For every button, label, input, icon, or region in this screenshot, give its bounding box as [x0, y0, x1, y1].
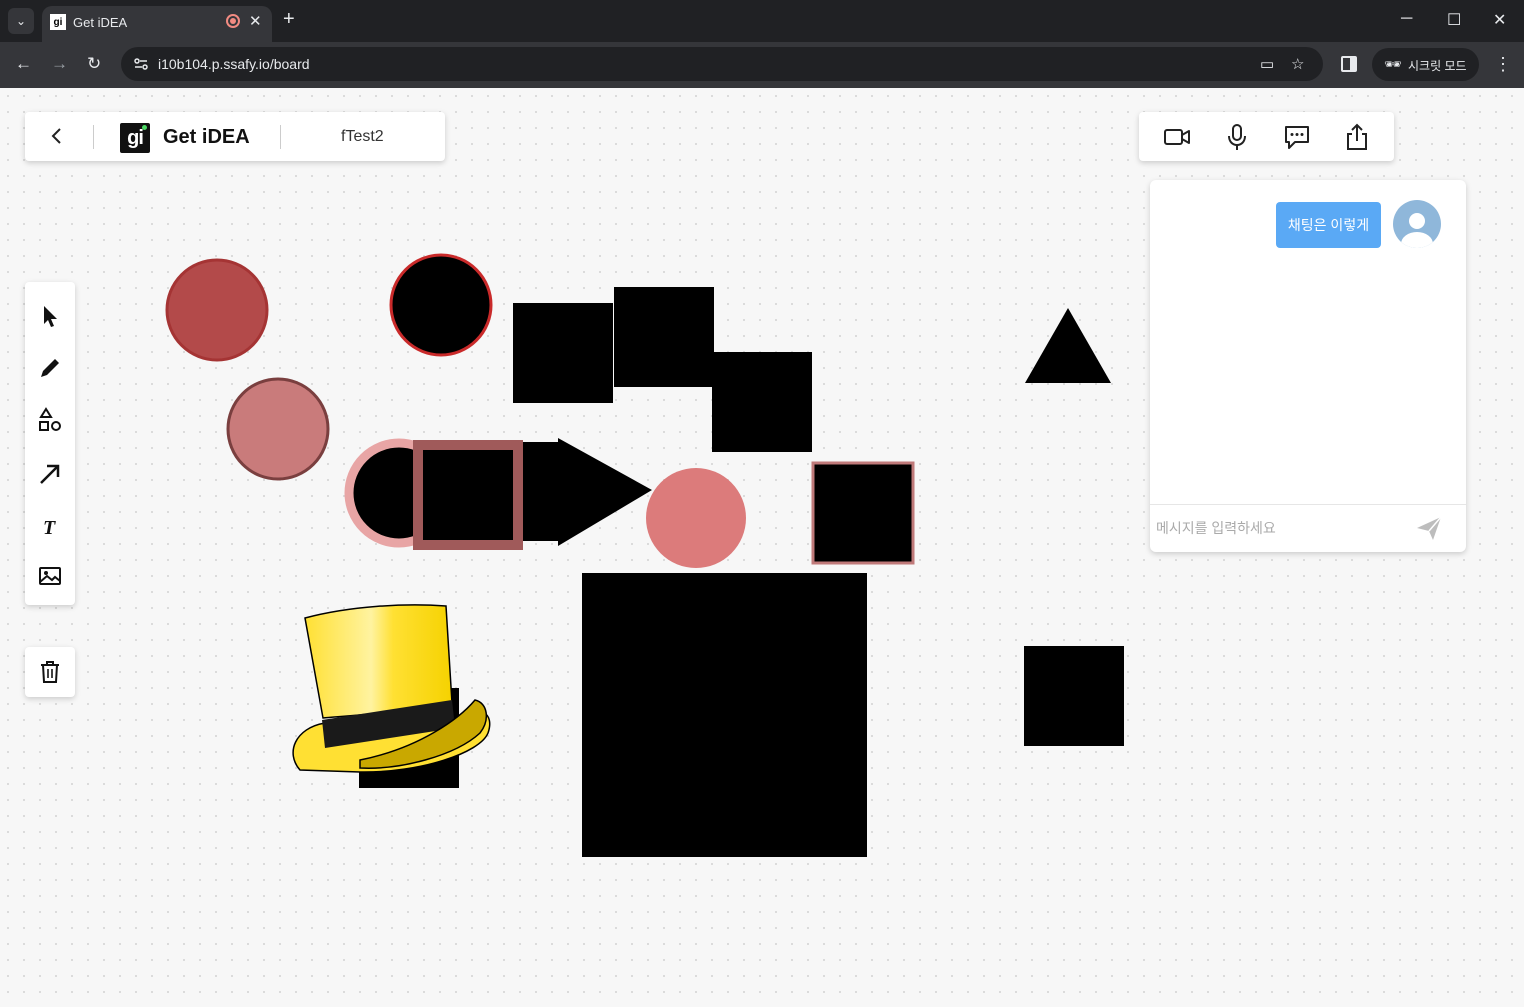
- tab-title: Get iDEA: [73, 15, 128, 30]
- back-arrow-icon[interactable]: ←: [15, 54, 32, 74]
- tab-search-button[interactable]: ⌄: [8, 8, 34, 34]
- shape-circle-rose[interactable]: [226, 377, 330, 481]
- shape-circle-black-red-outline[interactable]: [389, 253, 493, 357]
- video-camera-icon[interactable]: [1163, 123, 1191, 151]
- share-icon[interactable]: [1343, 123, 1371, 151]
- divider: [280, 125, 281, 149]
- shape-circle-pink[interactable]: [646, 468, 746, 568]
- avatar-head: [1409, 213, 1425, 229]
- browser-menu-icon[interactable]: ⋮: [1494, 54, 1512, 75]
- bookmark-star-icon[interactable]: ☆: [1291, 55, 1304, 73]
- minimize-icon[interactable]: ─: [1401, 10, 1412, 28]
- avatar: [1393, 200, 1441, 248]
- shape-circle-red[interactable]: [165, 258, 269, 362]
- whiteboard-page: gi Get iDEA fTest2 T 채팅은 이렇게 메시지를 입력하세요: [0, 88, 1524, 1007]
- reload-icon[interactable]: ↻: [87, 54, 101, 74]
- text-icon[interactable]: T: [36, 512, 64, 540]
- window-close-icon[interactable]: ✕: [1493, 10, 1506, 30]
- shape-square-right[interactable]: [1024, 646, 1124, 746]
- shape-arrow-right[interactable]: [520, 438, 652, 546]
- forward-arrow-icon[interactable]: →: [51, 54, 68, 74]
- board-header: gi Get iDEA fTest2: [25, 112, 445, 161]
- shape-square-1[interactable]: [513, 303, 613, 403]
- browser-toolbar: ← → ↻ i10b104.p.ssafy.io/board ▭ ☆ 🕶 시크릿…: [0, 42, 1524, 88]
- browser-tab[interactable]: gi Get iDEA ✕: [42, 6, 272, 42]
- image-icon[interactable]: [36, 562, 64, 590]
- app-logo: gi: [120, 123, 150, 153]
- media-controls: [1139, 112, 1394, 161]
- shape-square-3[interactable]: [712, 352, 812, 452]
- incognito-label: 시크릿 모드: [1408, 59, 1467, 73]
- browser-titlebar: ⌄ gi Get iDEA ✕ + ─ ☐ ✕: [0, 0, 1524, 42]
- chat-panel: 채팅은 이렇게: [1150, 180, 1466, 552]
- pen-icon[interactable]: [36, 354, 64, 382]
- drawing-toolbar: T: [25, 282, 75, 605]
- divider: [93, 125, 94, 149]
- back-chevron-icon[interactable]: [47, 126, 67, 146]
- site-info-icon[interactable]: [133, 56, 149, 72]
- top-hat-image[interactable]: [292, 604, 491, 773]
- maximize-icon[interactable]: ☐: [1447, 10, 1461, 30]
- shapes-icon[interactable]: [36, 406, 64, 434]
- shape-triangle[interactable]: [1025, 308, 1111, 383]
- chat-message-input[interactable]: [1156, 516, 1406, 540]
- shape-square-2[interactable]: [614, 287, 714, 387]
- logo-dot: [142, 125, 147, 130]
- shape-square-brown-outline[interactable]: [413, 440, 523, 550]
- camera-in-use-icon[interactable]: ▭: [1260, 55, 1274, 73]
- close-tab-icon[interactable]: ✕: [249, 12, 262, 30]
- logo-text: gi: [127, 126, 144, 149]
- avatar-body: [1401, 232, 1433, 248]
- delete-toolbar: [25, 647, 75, 697]
- app-name: Get iDEA: [163, 126, 250, 148]
- favicon-icon: gi: [50, 14, 66, 30]
- chat-message-bubble: 채팅은 이렇게: [1276, 202, 1381, 248]
- send-icon[interactable]: [1414, 514, 1444, 542]
- trash-icon[interactable]: [36, 658, 64, 686]
- side-panel-icon[interactable]: [1341, 56, 1357, 72]
- incognito-icon: 🕶: [1384, 56, 1402, 72]
- incognito-indicator[interactable]: 🕶 시크릿 모드: [1372, 48, 1479, 81]
- chat-bubble-icon[interactable]: [1283, 123, 1311, 151]
- chat-divider: [1150, 504, 1466, 505]
- svg-text:T: T: [43, 517, 56, 539]
- new-tab-button[interactable]: +: [283, 9, 295, 29]
- address-bar[interactable]: i10b104.p.ssafy.io/board ▭ ☆: [121, 47, 1323, 81]
- shape-square-large[interactable]: [582, 573, 867, 857]
- recording-icon: [226, 14, 240, 28]
- select-cursor-icon[interactable]: [36, 302, 64, 330]
- board-name[interactable]: fTest2: [341, 128, 384, 146]
- url-text: i10b104.p.ssafy.io/board: [158, 56, 310, 72]
- shape-square-pink-outline[interactable]: [811, 461, 915, 565]
- microphone-icon[interactable]: [1223, 123, 1251, 151]
- arrow-icon[interactable]: [36, 460, 64, 488]
